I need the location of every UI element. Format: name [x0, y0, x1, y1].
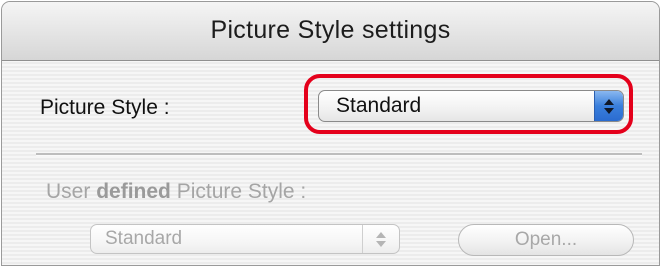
- up-down-chevron-icon: [363, 225, 399, 253]
- picture-style-selected-value: Standard: [336, 94, 422, 117]
- picture-style-select[interactable]: Standard: [318, 90, 624, 122]
- title-bar: Picture Style settings: [2, 2, 659, 61]
- open-button[interactable]: Open...: [458, 224, 634, 256]
- picture-style-label: Picture Style :: [40, 96, 170, 119]
- picture-style-settings-window: Picture Style settings Picture Style : S…: [1, 1, 660, 266]
- window-title: Picture Style settings: [210, 15, 451, 44]
- section-divider: [36, 153, 642, 156]
- user-defined-picture-style-label: User defined Picture Style :: [46, 180, 307, 203]
- user-defined-selected-value: Standard: [105, 228, 183, 249]
- up-down-chevron-icon: [594, 91, 623, 121]
- user-defined-style-select[interactable]: Standard: [90, 224, 400, 254]
